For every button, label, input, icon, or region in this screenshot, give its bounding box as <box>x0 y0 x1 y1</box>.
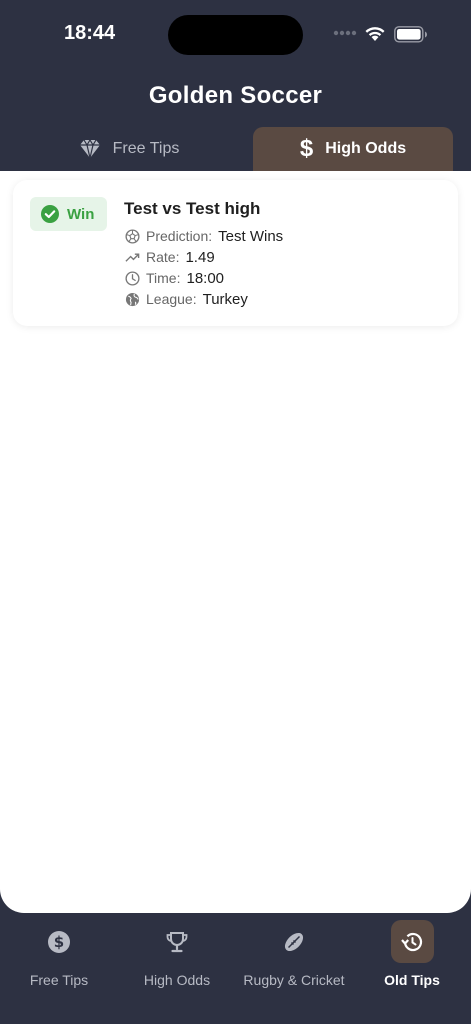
diamond-icon <box>79 139 100 159</box>
tab-free-tips[interactable]: Free Tips <box>18 127 240 171</box>
cellular-signal-icon <box>333 30 357 36</box>
detail-league: League: Turkey <box>125 289 248 309</box>
rate-value: 1.49 <box>185 248 215 266</box>
svg-text:$: $ <box>54 933 64 951</box>
detail-prediction: Prediction: Test Wins <box>125 226 283 246</box>
clock-icon <box>125 270 140 286</box>
match-title: Test vs Test high <box>124 199 261 218</box>
status-bar: 18:44 <box>0 0 471 70</box>
content-area: Win Test vs Test high Prediction: Test W… <box>0 171 471 913</box>
nav-label-old-tips: Old Tips <box>384 972 440 988</box>
battery-icon <box>394 26 427 43</box>
league-value: Turkey <box>202 290 248 308</box>
check-circle-icon <box>41 205 59 223</box>
nav-item-rugby-cricket[interactable]: Rugby & Cricket <box>235 913 353 993</box>
dollar-icon: $ <box>299 135 314 162</box>
nav-item-high-odds[interactable]: High Odds <box>118 913 236 993</box>
tab-high-odds[interactable]: $ High Odds <box>253 127 453 171</box>
soccer-ball-icon <box>125 228 140 244</box>
nav-icon-container <box>390 920 434 963</box>
bottom-nav: $ Free Tips High Odds Rugby & Cricket Ol… <box>0 913 471 1024</box>
rugby-ball-icon <box>284 932 304 951</box>
detail-time: Time: 18:00 <box>125 268 224 288</box>
win-badge-label: Win <box>67 205 95 223</box>
time-value: 18:00 <box>186 269 225 287</box>
trending-up-icon <box>125 253 140 262</box>
dollar-circle-icon: $ <box>48 930 70 953</box>
league-label: League: <box>146 291 197 307</box>
nav-label-free-tips: Free Tips <box>29 972 89 988</box>
prediction-label: Prediction: <box>146 228 213 244</box>
nav-item-old-tips[interactable]: Old Tips <box>353 913 471 993</box>
nav-label-rugby-cricket: Rugby & Cricket <box>243 972 345 988</box>
tab-high-odds-label: High Odds <box>325 140 407 157</box>
tab-free-tips-label: Free Tips <box>112 140 180 157</box>
nav-icon-container: $ <box>38 920 81 963</box>
wifi-icon <box>365 27 385 41</box>
dynamic-island <box>168 15 303 55</box>
nav-label-high-odds: High Odds <box>143 972 211 988</box>
nav-icon-container <box>156 920 199 963</box>
app-title: Golden Soccer <box>148 82 323 109</box>
tip-card[interactable]: Win Test vs Test high Prediction: Test W… <box>13 180 458 326</box>
trophy-icon <box>166 931 188 952</box>
globe-icon <box>125 292 140 306</box>
nav-icon-container <box>273 920 316 963</box>
detail-rate: Rate: 1.49 <box>125 247 215 267</box>
nav-item-free-tips[interactable]: $ Free Tips <box>0 913 118 993</box>
rate-label: Rate: <box>146 249 180 265</box>
prediction-value: Test Wins <box>218 227 284 245</box>
status-time: 18:44 <box>64 22 116 44</box>
win-badge: Win <box>30 197 107 231</box>
time-label: Time: <box>146 270 181 286</box>
history-icon <box>401 932 423 951</box>
